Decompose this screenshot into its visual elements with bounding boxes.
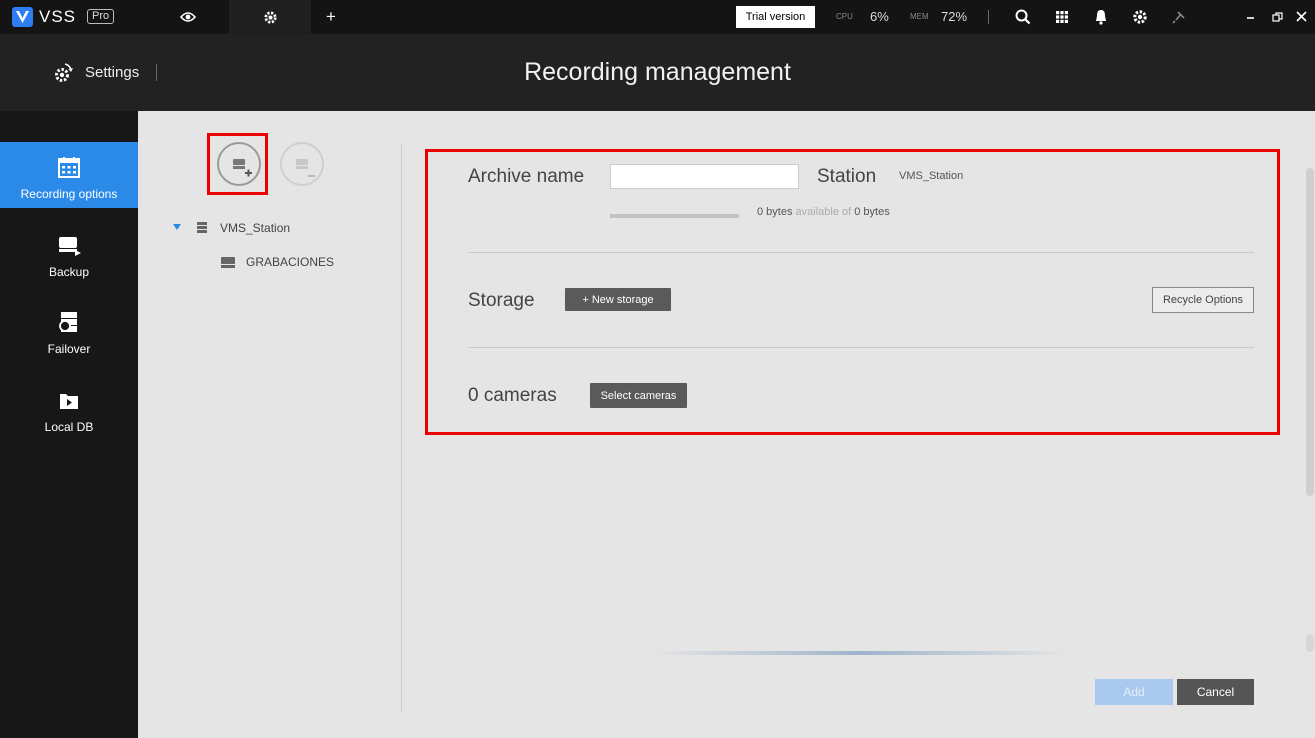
expand-triangle-icon[interactable] xyxy=(172,223,182,231)
tree-archive-label: GRABACIONES xyxy=(246,255,335,269)
highlight-form-area xyxy=(425,149,1280,435)
sidebar-item-label: Recording options xyxy=(20,187,118,201)
top-bar: VSS Pro + Trial version CPU 6% MEM 72% xyxy=(0,0,1315,34)
app-name: VSS xyxy=(39,7,77,26)
tab-settings[interactable] xyxy=(229,0,311,34)
cpu-value: 6% xyxy=(870,9,889,24)
highlight-add-button xyxy=(207,133,268,195)
sidebar-item-recording-options[interactable]: Recording options xyxy=(0,142,138,208)
mem-value: 72% xyxy=(941,9,968,24)
sidebar: Recording options Backup Failover Local … xyxy=(0,111,138,738)
mem-label: MEM xyxy=(910,12,929,21)
grid-icon[interactable] xyxy=(1053,8,1071,26)
failover-icon xyxy=(59,312,77,332)
sidebar-item-backup[interactable]: Backup xyxy=(0,220,138,286)
backup-icon xyxy=(59,237,81,256)
scrollbar[interactable] xyxy=(1306,168,1314,496)
pin-icon[interactable] xyxy=(1170,8,1188,26)
bell-icon[interactable] xyxy=(1092,8,1110,26)
new-tab-button[interactable]: + xyxy=(318,0,344,34)
edition-badge: Pro xyxy=(87,9,115,24)
panel-divider xyxy=(401,143,402,713)
remove-storage-icon xyxy=(296,159,315,177)
vivotek-logo-icon xyxy=(12,7,33,27)
local-db-icon xyxy=(60,394,78,409)
tab-liveview[interactable] xyxy=(160,0,215,34)
restore-icon[interactable] xyxy=(1269,8,1287,26)
page-title: Recording management xyxy=(524,58,791,86)
server-icon xyxy=(197,222,207,233)
search-icon[interactable] xyxy=(1014,8,1032,26)
gear-icon xyxy=(263,10,277,24)
minimize-icon[interactable] xyxy=(1242,8,1260,26)
decorative-glow xyxy=(650,651,1070,655)
sidebar-item-label: Backup xyxy=(48,265,90,279)
calendar-icon xyxy=(58,157,80,178)
topbar-divider xyxy=(988,10,989,24)
storage-icon xyxy=(221,257,235,268)
scrollbar-lower[interactable] xyxy=(1306,634,1314,652)
sidebar-item-failover[interactable]: Failover xyxy=(0,297,138,363)
cancel-button[interactable]: Cancel xyxy=(1177,679,1254,705)
remove-archive-button[interactable] xyxy=(280,142,324,186)
trial-version-badge[interactable]: Trial version xyxy=(736,6,815,28)
sidebar-item-label: Failover xyxy=(47,342,91,356)
add-button[interactable]: Add xyxy=(1095,679,1173,705)
sidebar-item-label: Local DB xyxy=(44,420,94,434)
tree-station-label: VMS_Station xyxy=(220,221,291,235)
close-icon[interactable] xyxy=(1293,8,1311,26)
eye-icon xyxy=(179,12,196,22)
sidebar-item-local-db[interactable]: Local DB xyxy=(0,375,138,441)
cpu-label: CPU xyxy=(836,12,853,21)
settings-gear-icon[interactable] xyxy=(1131,8,1149,26)
